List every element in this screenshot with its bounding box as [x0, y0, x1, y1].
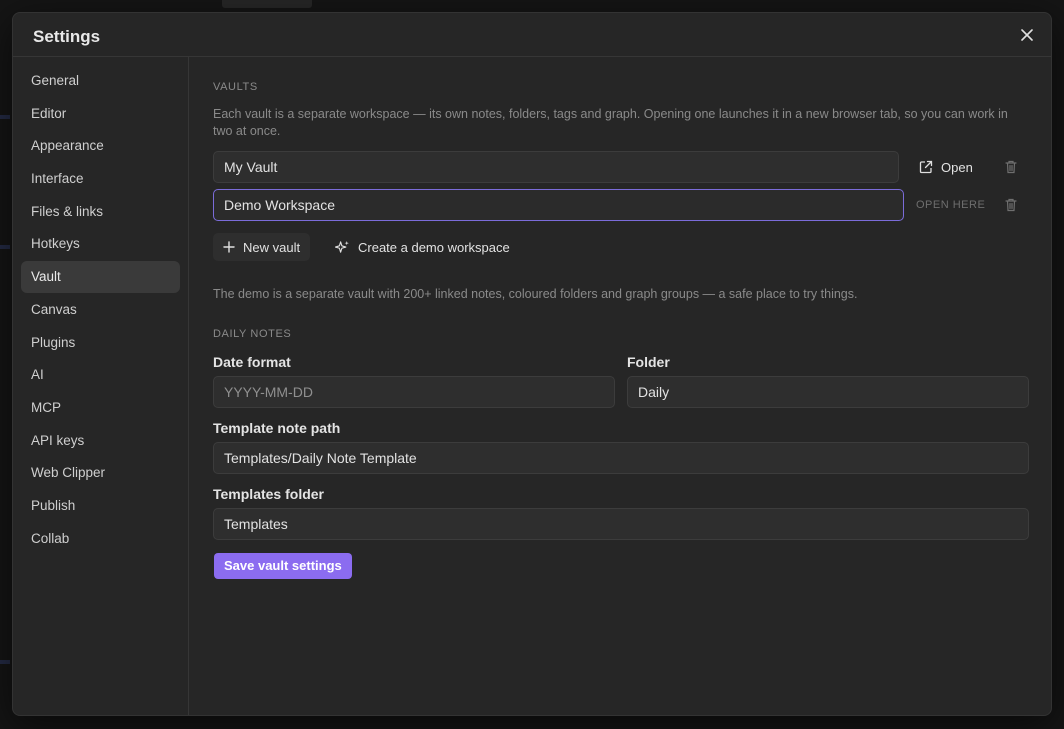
folder-input[interactable]: Daily	[627, 376, 1029, 408]
trash-icon[interactable]	[1003, 197, 1019, 213]
date-format-input[interactable]: YYYY-MM-DD	[213, 376, 615, 408]
vaults-heading: VAULTS	[213, 81, 258, 93]
sidebar-item-canvas[interactable]: Canvas	[21, 294, 180, 326]
vaults-description: Each vault is a separate workspace — its…	[213, 107, 1008, 138]
sidebar-item-plugins[interactable]: Plugins	[21, 327, 180, 359]
sidebar-item-appearance[interactable]: Appearance	[21, 130, 180, 162]
sidebar-item-collab[interactable]: Collab	[21, 523, 180, 555]
modal-title: Settings	[33, 27, 101, 46]
create-demo-button[interactable]: Create a demo workspace	[325, 233, 520, 261]
settings-content: VAULTS Each vault is a separate workspac…	[213, 57, 1029, 715]
sidebar-item-mcp[interactable]: MCP	[21, 392, 180, 424]
template-path-input[interactable]: Templates/Daily Note Template	[213, 442, 1029, 474]
open-vault-button[interactable]: Open	[919, 155, 973, 179]
sidebar-item-interface[interactable]: Interface	[21, 163, 180, 195]
template-path-label: Template note path	[213, 420, 341, 436]
background-line	[0, 115, 10, 119]
close-button[interactable]	[1017, 25, 1037, 45]
close-icon	[1021, 29, 1033, 41]
open-vault-label: Open	[941, 159, 973, 175]
vault-name-field[interactable]: Demo Workspace	[213, 189, 904, 221]
create-demo-label: Create a demo workspace	[358, 239, 510, 255]
save-vault-settings-button[interactable]: Save vault settings	[214, 553, 352, 579]
external-link-icon	[919, 160, 933, 174]
templates-folder-input[interactable]: Templates	[213, 508, 1029, 540]
sidebar-item-web-clipper[interactable]: Web Clipper	[21, 457, 180, 489]
demo-note: The demo is a separate vault with 200+ l…	[213, 287, 858, 301]
settings-modal: Settings General Editor Appearance Inter…	[12, 12, 1052, 716]
date-format-label: Date format	[213, 354, 291, 370]
sidebar-item-general[interactable]: General	[21, 65, 180, 97]
new-vault-button[interactable]: New vault	[213, 233, 311, 261]
sidebar-item-publish[interactable]: Publish	[21, 490, 180, 522]
new-vault-label: New vault	[243, 239, 301, 255]
background-title	[222, 0, 312, 8]
sidebar-item-hotkeys[interactable]: Hotkeys	[21, 228, 180, 260]
background-line	[0, 245, 10, 249]
templates-folder-label: Templates folder	[213, 486, 324, 502]
sidebar-item-editor[interactable]: Editor	[21, 98, 180, 130]
settings-sidebar: General Editor Appearance Interface File…	[13, 57, 189, 715]
folder-label: Folder	[627, 354, 670, 370]
modal-header: Settings	[13, 13, 1051, 57]
daily-notes-heading: DAILY NOTES	[213, 328, 292, 340]
plus-icon	[223, 241, 235, 253]
vault-row: Demo Workspace OPEN HERE	[213, 189, 1029, 221]
background-line	[0, 660, 10, 664]
sidebar-item-files-links[interactable]: Files & links	[21, 196, 180, 228]
trash-icon[interactable]	[1003, 159, 1019, 175]
sidebar-item-vault[interactable]: Vault	[21, 261, 180, 294]
vault-name-field[interactable]: My Vault	[213, 151, 899, 183]
sparkles-icon	[335, 240, 349, 253]
sidebar-item-api-keys[interactable]: API keys	[21, 425, 180, 457]
sidebar-item-ai[interactable]: AI	[21, 359, 180, 391]
vault-row: My Vault Open	[213, 151, 1029, 183]
open-here-button[interactable]: OPEN HERE	[916, 199, 985, 211]
